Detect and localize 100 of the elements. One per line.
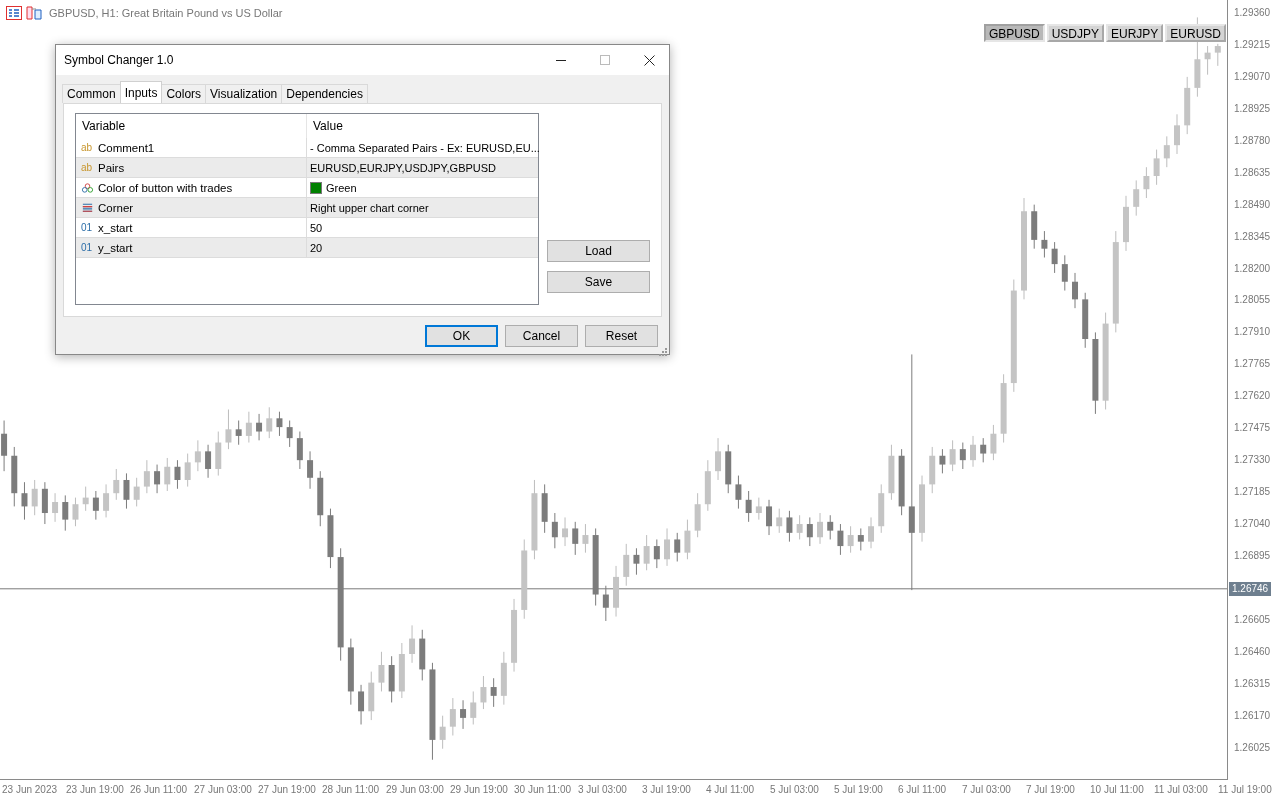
- candle: [868, 516, 874, 549]
- candle: [133, 477, 140, 507]
- candle: [1031, 204, 1038, 250]
- candle: [806, 516, 813, 547]
- candle: [878, 483, 885, 534]
- candle: [1000, 373, 1007, 444]
- candle: [1041, 230, 1048, 258]
- candle: [847, 525, 854, 554]
- price-tick-label: 1.28925: [1234, 101, 1271, 116]
- candle: [694, 492, 701, 538]
- time-tick-label: 23 Jun 19:00: [66, 784, 124, 795]
- candle: [103, 483, 110, 518]
- candle: [72, 497, 79, 527]
- tab[interactable]: Common: [62, 84, 121, 103]
- candle: [31, 479, 38, 516]
- price-tick-label: 1.26315: [1234, 676, 1271, 691]
- candle: [388, 655, 395, 703]
- candle: [205, 444, 212, 479]
- symbol-button[interactable]: EURJPY: [1106, 24, 1164, 42]
- candle: [633, 547, 640, 576]
- candle: [735, 475, 742, 510]
- symbol-button[interactable]: GBPUSD: [983, 24, 1045, 42]
- candle: [317, 470, 324, 527]
- type-label: 01: [81, 222, 94, 233]
- tab[interactable]: Inputs: [119, 81, 163, 103]
- candle: [1072, 272, 1078, 309]
- candle: [1082, 292, 1089, 349]
- side-button[interactable]: Load: [547, 240, 650, 262]
- candle: [562, 516, 569, 547]
- candle: [551, 512, 558, 549]
- time-tick-label: 27 Jun 19:00: [258, 784, 316, 795]
- candle: [755, 497, 762, 521]
- price-tick-label: 1.27330: [1234, 453, 1271, 468]
- candle: [409, 624, 416, 664]
- candle: [766, 499, 773, 536]
- candle: [1174, 113, 1180, 155]
- symbol-button[interactable]: USDJPY: [1046, 24, 1104, 42]
- variable-name: Comment1: [98, 141, 155, 154]
- close-icon[interactable]: [644, 54, 655, 66]
- price-tick-label: 1.29070: [1234, 69, 1271, 84]
- type-label: 01: [81, 242, 94, 253]
- candle: [919, 475, 925, 543]
- candle: [123, 472, 130, 510]
- price-tick-label: 1.26170: [1234, 708, 1271, 723]
- palette-icon: [81, 182, 94, 193]
- candle: [143, 459, 150, 494]
- candle: [490, 677, 497, 708]
- candle: [439, 715, 446, 750]
- type-label: ab: [81, 162, 94, 173]
- candle: [1153, 149, 1160, 186]
- candle: [786, 510, 793, 543]
- candle: [898, 448, 905, 516]
- candle: [990, 424, 997, 461]
- variable-name: Corner: [98, 201, 134, 214]
- time-tick-label: 27 Jun 03:00: [194, 784, 252, 795]
- candle: [674, 532, 681, 562]
- price-tick-label: 1.27620: [1234, 389, 1271, 404]
- column-header: Variable: [81, 119, 127, 133]
- candle: [449, 697, 456, 736]
- candle: [684, 519, 691, 560]
- candle: [398, 642, 405, 699]
- time-tick-label: 7 Jul 03:00: [962, 784, 1011, 795]
- tab[interactable]: Dependencies: [281, 84, 368, 103]
- candle: [1143, 166, 1150, 199]
- candle: [888, 444, 895, 501]
- price-tick-label: 1.26605: [1234, 612, 1271, 627]
- dialog-button[interactable]: OK: [425, 325, 498, 347]
- candle: [174, 459, 181, 490]
- candle: [817, 512, 824, 545]
- candle: [704, 459, 711, 512]
- type-label: ab: [81, 142, 94, 153]
- candle: [235, 420, 242, 446]
- resize-grip-icon[interactable]: [659, 348, 667, 356]
- candle: [92, 490, 99, 521]
- candle: [1123, 195, 1129, 252]
- dialog-button[interactable]: Reset: [585, 325, 658, 347]
- chart-window-icon[interactable]: [26, 6, 42, 20]
- time-tick-label: 10 Jul 11:00: [1090, 784, 1144, 795]
- candle: [541, 483, 548, 534]
- dialog-button[interactable]: Cancel: [505, 325, 578, 347]
- candle: [41, 481, 48, 525]
- list-icon[interactable]: [6, 6, 22, 20]
- candle: [949, 439, 956, 472]
- candle: [245, 411, 252, 444]
- candle: [613, 565, 620, 618]
- side-button[interactable]: Save: [547, 271, 650, 293]
- candle: [256, 413, 263, 441]
- candle: [266, 406, 273, 439]
- candle: [113, 468, 120, 501]
- variable-name: Pairs: [98, 161, 125, 174]
- symbol-button[interactable]: EURUSD: [1165, 24, 1226, 42]
- candle: [184, 453, 191, 488]
- chart-title: GBPUSD, H1: Great Britain Pound vs US Dollar: [49, 7, 283, 19]
- candle: [1214, 43, 1221, 67]
- price-tick-label: 1.27765: [1234, 357, 1271, 372]
- candle: [939, 448, 946, 474]
- candle: [837, 523, 844, 556]
- price-tick-label: 1.27475: [1234, 421, 1271, 436]
- time-tick-label: 23 Jun 2023: [2, 784, 58, 795]
- candle: [664, 527, 671, 567]
